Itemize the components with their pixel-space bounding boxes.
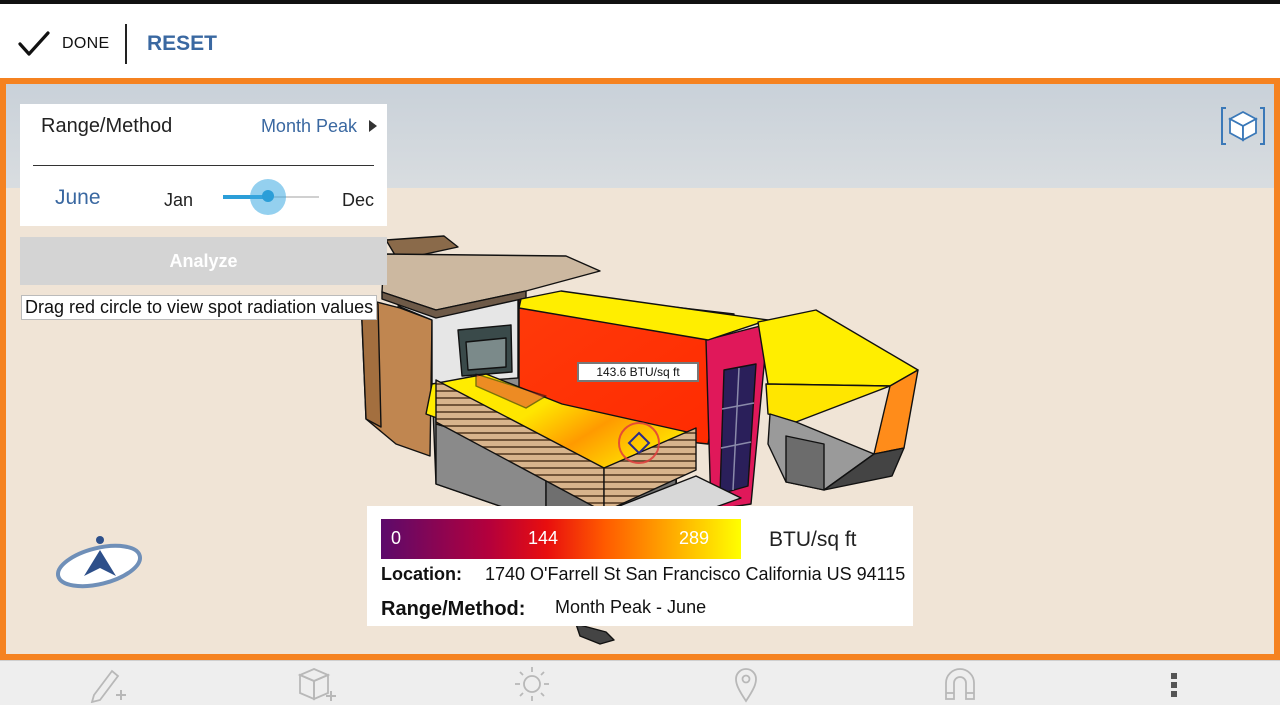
- add-object-button[interactable]: [296, 665, 340, 703]
- range-method-value[interactable]: Month Peak: [261, 116, 357, 137]
- legend-tick-mid: 144: [528, 528, 559, 548]
- location-value: 1740 O'Farrell St San Francisco Californ…: [485, 564, 906, 584]
- month-slider[interactable]: [223, 179, 319, 215]
- chevron-right-icon[interactable]: [369, 120, 377, 132]
- magnet-icon: [945, 668, 975, 700]
- reset-button[interactable]: RESET: [147, 32, 217, 56]
- analysis-settings-panel: Range/Method Month Peak June Jan Dec: [20, 104, 387, 226]
- spot-radiation-value: 143.6 BTU/sq ft: [577, 362, 699, 382]
- analyze-button[interactable]: Analyze: [20, 237, 387, 285]
- panel-divider: [33, 165, 374, 166]
- sun-tool-button[interactable]: [510, 665, 554, 703]
- model-viewport[interactable]: Range/Method Month Peak June Jan Dec Ana…: [0, 78, 1280, 660]
- month-slider-thumb[interactable]: [262, 190, 275, 202]
- spot-hint-text: Drag red circle to view spot radiation v…: [21, 295, 378, 320]
- draw-tool-button[interactable]: [86, 665, 130, 704]
- bottom-toolbar: [0, 660, 1280, 705]
- legend-unit: BTU/sq ft: [769, 528, 857, 551]
- compass-button[interactable]: [54, 532, 146, 594]
- selected-month: June: [55, 186, 101, 209]
- more-vertical-icon: [1171, 673, 1177, 697]
- cube-add-icon: [297, 668, 336, 701]
- pencil-add-icon: [90, 669, 126, 704]
- legend-tick-min: 0: [391, 528, 402, 548]
- location-pin-icon: [735, 668, 757, 703]
- snap-tool-button[interactable]: [938, 665, 982, 703]
- top-bar: DONE RESET: [0, 0, 1280, 80]
- location-label: Location:: [381, 564, 462, 584]
- legend-method-value: Month Peak - June: [555, 597, 707, 617]
- location-tool-button[interactable]: [724, 665, 768, 703]
- slider-max-label: Dec: [342, 190, 375, 210]
- legend-color-scale: 0 144 289: [381, 519, 741, 559]
- checkmark-icon: [18, 31, 50, 56]
- legend-method-label: Range/Method:: [381, 598, 526, 620]
- done-label: DONE: [62, 35, 110, 52]
- view-cube-button[interactable]: [1220, 102, 1266, 150]
- compass-icon: [56, 536, 142, 589]
- spot-drag-handle[interactable]: [618, 422, 660, 464]
- range-method-label: Range/Method: [41, 115, 173, 137]
- view-cube-icon: [1221, 107, 1265, 145]
- done-button[interactable]: DONE: [16, 26, 109, 62]
- radiation-legend: 0 144 289 BTU/sq ft Location: 1740 O'Far…: [367, 506, 913, 626]
- legend-tick-max: 289: [679, 528, 710, 548]
- sun-icon: [515, 667, 549, 701]
- more-menu-button[interactable]: [1152, 665, 1196, 703]
- toolbar-divider: [125, 24, 127, 64]
- slider-min-label: Jan: [164, 190, 194, 210]
